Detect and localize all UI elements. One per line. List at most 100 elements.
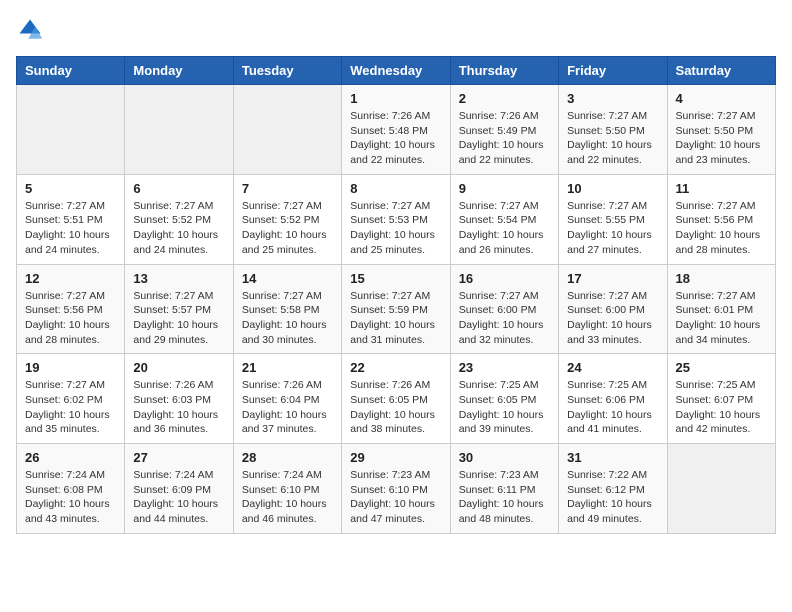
day-info: Sunrise: 7:27 AMSunset: 5:52 PMDaylight:… bbox=[242, 199, 333, 258]
day-header-wednesday: Wednesday bbox=[342, 57, 450, 85]
day-info: Sunrise: 7:24 AMSunset: 6:09 PMDaylight:… bbox=[133, 468, 224, 527]
page-header bbox=[16, 16, 776, 44]
day-info: Sunrise: 7:25 AMSunset: 6:05 PMDaylight:… bbox=[459, 378, 550, 437]
day-number: 11 bbox=[676, 181, 767, 196]
day-info: Sunrise: 7:27 AMSunset: 5:56 PMDaylight:… bbox=[25, 289, 116, 348]
calendar-cell: 5 Sunrise: 7:27 AMSunset: 5:51 PMDaylight… bbox=[17, 174, 125, 264]
day-info: Sunrise: 7:27 AMSunset: 5:58 PMDaylight:… bbox=[242, 289, 333, 348]
calendar-cell: 9 Sunrise: 7:27 AMSunset: 5:54 PMDaylight… bbox=[450, 174, 558, 264]
calendar-cell: 12 Sunrise: 7:27 AMSunset: 5:56 PMDayligh… bbox=[17, 264, 125, 354]
day-info: Sunrise: 7:24 AMSunset: 6:08 PMDaylight:… bbox=[25, 468, 116, 527]
day-number: 27 bbox=[133, 450, 224, 465]
day-number: 4 bbox=[676, 91, 767, 106]
day-number: 20 bbox=[133, 360, 224, 375]
day-number: 17 bbox=[567, 271, 658, 286]
logo-icon bbox=[16, 16, 44, 44]
day-header-tuesday: Tuesday bbox=[233, 57, 341, 85]
day-number: 2 bbox=[459, 91, 550, 106]
calendar-cell: 22Sunrise: 7:26 AMSunset: 6:05 PMDayligh… bbox=[342, 354, 450, 444]
calendar-cell bbox=[125, 85, 233, 175]
day-info: Sunrise: 7:27 AMSunset: 6:00 PMDaylight:… bbox=[459, 289, 550, 348]
day-info: Sunrise: 7:27 AMSunset: 5:53 PMDaylight:… bbox=[350, 199, 441, 258]
day-info: Sunrise: 7:26 AMSunset: 5:49 PMDaylight:… bbox=[459, 109, 550, 168]
calendar-cell: 31 Sunrise: 7:22 AMSunset: 6:12 PMDayligh… bbox=[559, 444, 667, 534]
day-info: Sunrise: 7:27 AMSunset: 6:02 PMDaylight:… bbox=[25, 378, 116, 437]
day-info: Sunrise: 7:27 AMSunset: 5:51 PMDaylight:… bbox=[25, 199, 116, 258]
day-number: 9 bbox=[459, 181, 550, 196]
day-info: Sunrise: 7:27 AMSunset: 5:50 PMDaylight:… bbox=[676, 109, 767, 168]
calendar-cell: 21 Sunrise: 7:26 AMSunset: 6:04 PMDayligh… bbox=[233, 354, 341, 444]
calendar-cell bbox=[17, 85, 125, 175]
day-info: Sunrise: 7:23 AMSunset: 6:11 PMDaylight:… bbox=[459, 468, 550, 527]
day-info: Sunrise: 7:27 AMSunset: 5:56 PMDaylight:… bbox=[676, 199, 767, 258]
calendar-cell: 23Sunrise: 7:25 AMSunset: 6:05 PMDayligh… bbox=[450, 354, 558, 444]
calendar-cell: 13 Sunrise: 7:27 AMSunset: 5:57 PMDayligh… bbox=[125, 264, 233, 354]
calendar-cell: 26 Sunrise: 7:24 AMSunset: 6:08 PMDayligh… bbox=[17, 444, 125, 534]
day-header-friday: Friday bbox=[559, 57, 667, 85]
calendar-cell: 10 Sunrise: 7:27 AMSunset: 5:55 PMDayligh… bbox=[559, 174, 667, 264]
day-info: Sunrise: 7:26 AMSunset: 6:03 PMDaylight:… bbox=[133, 378, 224, 437]
logo bbox=[16, 16, 48, 44]
day-number: 18 bbox=[676, 271, 767, 286]
day-info: Sunrise: 7:27 AMSunset: 5:50 PMDaylight:… bbox=[567, 109, 658, 168]
day-number: 3 bbox=[567, 91, 658, 106]
day-number: 7 bbox=[242, 181, 333, 196]
day-number: 19 bbox=[25, 360, 116, 375]
day-number: 31 bbox=[567, 450, 658, 465]
calendar-cell: 25Sunrise: 7:25 AMSunset: 6:07 PMDayligh… bbox=[667, 354, 775, 444]
day-number: 1 bbox=[350, 91, 441, 106]
day-number: 10 bbox=[567, 181, 658, 196]
day-info: Sunrise: 7:27 AMSunset: 5:54 PMDaylight:… bbox=[459, 199, 550, 258]
day-number: 26 bbox=[25, 450, 116, 465]
day-info: Sunrise: 7:27 AMSunset: 5:57 PMDaylight:… bbox=[133, 289, 224, 348]
day-info: Sunrise: 7:27 AMSunset: 5:59 PMDaylight:… bbox=[350, 289, 441, 348]
calendar-table: SundayMondayTuesdayWednesdayThursdayFrid… bbox=[16, 56, 776, 534]
calendar-cell: 3 Sunrise: 7:27 AMSunset: 5:50 PMDaylight… bbox=[559, 85, 667, 175]
day-number: 12 bbox=[25, 271, 116, 286]
day-info: Sunrise: 7:27 AMSunset: 6:00 PMDaylight:… bbox=[567, 289, 658, 348]
calendar-cell: 20 Sunrise: 7:26 AMSunset: 6:03 PMDayligh… bbox=[125, 354, 233, 444]
calendar-cell: 29 Sunrise: 7:23 AMSunset: 6:10 PMDayligh… bbox=[342, 444, 450, 534]
calendar-week-row: 12 Sunrise: 7:27 AMSunset: 5:56 PMDayligh… bbox=[17, 264, 776, 354]
day-info: Sunrise: 7:25 AMSunset: 6:06 PMDaylight:… bbox=[567, 378, 658, 437]
calendar-week-row: 26 Sunrise: 7:24 AMSunset: 6:08 PMDayligh… bbox=[17, 444, 776, 534]
day-info: Sunrise: 7:27 AMSunset: 5:55 PMDaylight:… bbox=[567, 199, 658, 258]
day-header-monday: Monday bbox=[125, 57, 233, 85]
calendar-cell: 27 Sunrise: 7:24 AMSunset: 6:09 PMDayligh… bbox=[125, 444, 233, 534]
day-number: 5 bbox=[25, 181, 116, 196]
day-info: Sunrise: 7:22 AMSunset: 6:12 PMDaylight:… bbox=[567, 468, 658, 527]
day-number: 8 bbox=[350, 181, 441, 196]
day-number: 28 bbox=[242, 450, 333, 465]
calendar-cell: 6 Sunrise: 7:27 AMSunset: 5:52 PMDaylight… bbox=[125, 174, 233, 264]
calendar-cell: 18 Sunrise: 7:27 AMSunset: 6:01 PMDayligh… bbox=[667, 264, 775, 354]
calendar-cell: 15 Sunrise: 7:27 AMSunset: 5:59 PMDayligh… bbox=[342, 264, 450, 354]
day-header-sunday: Sunday bbox=[17, 57, 125, 85]
calendar-cell: 28 Sunrise: 7:24 AMSunset: 6:10 PMDayligh… bbox=[233, 444, 341, 534]
calendar-cell: 4 Sunrise: 7:27 AMSunset: 5:50 PMDaylight… bbox=[667, 85, 775, 175]
calendar-week-row: 5 Sunrise: 7:27 AMSunset: 5:51 PMDaylight… bbox=[17, 174, 776, 264]
calendar-cell: 16Sunrise: 7:27 AMSunset: 6:00 PMDayligh… bbox=[450, 264, 558, 354]
calendar-cell: 17 Sunrise: 7:27 AMSunset: 6:00 PMDayligh… bbox=[559, 264, 667, 354]
day-info: Sunrise: 7:27 AMSunset: 6:01 PMDaylight:… bbox=[676, 289, 767, 348]
day-number: 13 bbox=[133, 271, 224, 286]
day-number: 30 bbox=[459, 450, 550, 465]
day-header-saturday: Saturday bbox=[667, 57, 775, 85]
day-number: 29 bbox=[350, 450, 441, 465]
day-number: 21 bbox=[242, 360, 333, 375]
calendar-header-row: SundayMondayTuesdayWednesdayThursdayFrid… bbox=[17, 57, 776, 85]
calendar-cell: 14Sunrise: 7:27 AMSunset: 5:58 PMDayligh… bbox=[233, 264, 341, 354]
day-number: 25 bbox=[676, 360, 767, 375]
day-info: Sunrise: 7:26 AMSunset: 5:48 PMDaylight:… bbox=[350, 109, 441, 168]
day-info: Sunrise: 7:23 AMSunset: 6:10 PMDaylight:… bbox=[350, 468, 441, 527]
day-info: Sunrise: 7:24 AMSunset: 6:10 PMDaylight:… bbox=[242, 468, 333, 527]
day-info: Sunrise: 7:27 AMSunset: 5:52 PMDaylight:… bbox=[133, 199, 224, 258]
day-number: 15 bbox=[350, 271, 441, 286]
day-info: Sunrise: 7:26 AMSunset: 6:04 PMDaylight:… bbox=[242, 378, 333, 437]
calendar-cell: 1 Sunrise: 7:26 AMSunset: 5:48 PMDaylight… bbox=[342, 85, 450, 175]
calendar-cell: 30 Sunrise: 7:23 AMSunset: 6:11 PMDayligh… bbox=[450, 444, 558, 534]
calendar-cell: 2 Sunrise: 7:26 AMSunset: 5:49 PMDaylight… bbox=[450, 85, 558, 175]
day-number: 24 bbox=[567, 360, 658, 375]
calendar-cell: 7 Sunrise: 7:27 AMSunset: 5:52 PMDaylight… bbox=[233, 174, 341, 264]
calendar-cell: 8 Sunrise: 7:27 AMSunset: 5:53 PMDaylight… bbox=[342, 174, 450, 264]
day-number: 6 bbox=[133, 181, 224, 196]
